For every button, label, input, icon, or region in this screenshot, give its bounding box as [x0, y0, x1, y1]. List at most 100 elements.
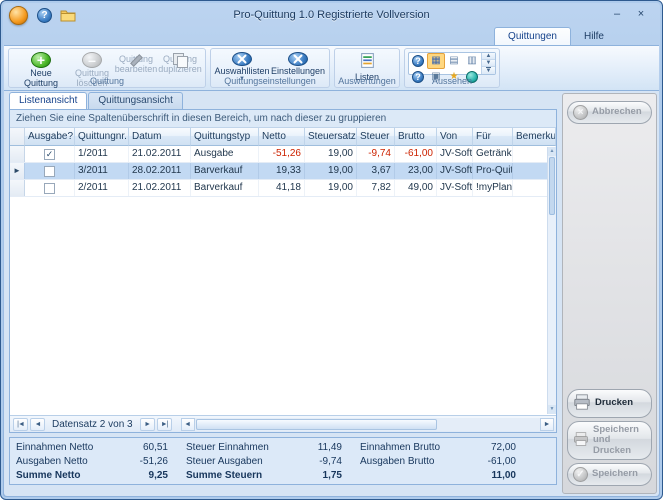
datum-cell: 28.02.2011	[129, 163, 191, 179]
view-tabs: Listenansicht Quittungsansicht	[9, 92, 184, 109]
ribbon: + Neue Quittung – Quittung löschen Quitt…	[4, 45, 659, 91]
brutto-cell: 49,00	[395, 180, 437, 196]
style-option-1[interactable]: ?	[409, 53, 427, 69]
cancel-icon: ×	[573, 105, 588, 120]
scroll-left-icon[interactable]: ◄	[180, 417, 195, 431]
app-logo-icon[interactable]	[9, 5, 28, 25]
column-header-ausgabe[interactable]: Ausgabe? ▼	[25, 128, 75, 146]
column-header-quittungnr[interactable]: Quittungnr.	[75, 128, 129, 146]
sidebar-bottom-buttons: Drucken Speichern und Drucken ✓ Speicher…	[563, 388, 656, 486]
summary-row-ausgaben: Ausgaben Netto -51,26 Steuer Ausgaben -9,7…	[16, 455, 550, 469]
style-option-2-selected[interactable]: ▦	[427, 53, 445, 69]
open-folder-button[interactable]	[60, 9, 76, 22]
tab-quittungen[interactable]: Quittungen	[494, 27, 571, 45]
summary-value: 1,75	[322, 470, 342, 481]
summary-value: 11,49	[317, 442, 342, 453]
close-button[interactable]: ×	[633, 8, 649, 22]
nav-next-button[interactable]: ►	[139, 417, 155, 431]
tools-icon	[232, 52, 252, 66]
vertical-scrollbar[interactable]: ▲ ▼	[547, 147, 556, 414]
scroll-right-icon[interactable]: ►	[540, 417, 554, 431]
nav-prev-button[interactable]: ◄	[30, 417, 45, 431]
scroll-up-icon[interactable]: ▲	[548, 147, 556, 156]
einstellungen-button[interactable]: Einstellungen	[270, 51, 326, 76]
gallery-scroll-down-button[interactable]: ▼	[482, 60, 495, 67]
column-header-steuer[interactable]: Steuer	[357, 128, 395, 146]
scroll-down-icon[interactable]: ▼	[548, 405, 556, 414]
group-label: Aussehen	[431, 76, 473, 86]
nav-last-button[interactable]: ►|	[156, 417, 172, 431]
header-label: Ausgabe?	[28, 131, 74, 142]
minimize-button[interactable]: –	[609, 8, 625, 22]
main-area: Listenansicht Quittungsansicht Ziehen Si…	[4, 91, 659, 496]
tab-quittungsansicht[interactable]: Quittungsansicht	[88, 92, 183, 109]
quittungstyp-cell: Ausgabe	[191, 146, 259, 162]
help-button[interactable]: ?	[37, 7, 52, 23]
brutto-cell: 23,00	[395, 163, 437, 179]
speichern-und-drucken-button[interactable]: Speichern und Drucken	[567, 420, 652, 460]
scrollbar-thumb[interactable]	[195, 418, 438, 430]
checkbox[interactable]	[44, 182, 55, 194]
tab-listenansicht[interactable]: Listenansicht	[9, 92, 88, 109]
scrollbar-track[interactable]	[194, 417, 540, 431]
quittung-duplizieren-button[interactable]: Quittung duplizieren	[158, 51, 202, 75]
column-header-netto[interactable]: Netto	[259, 128, 305, 146]
scrollbar-track[interactable]	[548, 156, 556, 405]
gallery-scroll-up-button[interactable]: ▲	[482, 53, 495, 60]
summary-value: 9,25	[148, 470, 168, 481]
summary-label	[360, 469, 464, 483]
gallery-scrollbar: ▲ ▼ ▼	[481, 53, 495, 74]
checkbox[interactable]	[44, 165, 55, 177]
quittung-loeschen-button[interactable]: – Quittung löschen	[70, 51, 114, 88]
netto-cell: 19,33	[259, 163, 305, 179]
scrollbar-thumb[interactable]	[549, 157, 555, 215]
column-header-steuersatz[interactable]: Steuersatz	[305, 128, 357, 146]
steuersatz-cell: 19,00	[305, 180, 357, 196]
drucken-button[interactable]: Drucken	[567, 388, 652, 418]
pencil-icon	[128, 52, 144, 54]
speichern-button[interactable]: ✓ Speichern	[567, 463, 652, 486]
summary-value: 72,00	[490, 442, 516, 453]
nav-first-button[interactable]: |◄	[13, 417, 28, 431]
action-sidebar: × Abbrechen Drucken Speichern und Drucke…	[562, 93, 657, 494]
checkbox[interactable]: ✓	[44, 148, 55, 160]
columns-style-icon: ▥	[467, 55, 477, 66]
table-row[interactable]: 2/2011 21.02.2011 Barverkauf 41,18 19,00…	[10, 180, 556, 197]
table-row[interactable]: ✓ 1/2011 21.02.2011 Ausgabe -51,26 19,00…	[10, 146, 556, 163]
group-label: Quittungseinstellungen	[224, 76, 316, 86]
column-header-brutto[interactable]: Brutto	[395, 128, 437, 146]
gallery-more-button[interactable]: ▼	[482, 67, 495, 74]
column-header-von[interactable]: Von	[437, 128, 473, 146]
auswahllisten-button[interactable]: Auswahllisten ▼	[214, 51, 270, 82]
summary-label: Summe Netto	[16, 470, 81, 481]
abbrechen-button[interactable]: × Abbrechen	[567, 101, 652, 124]
ausgabe-cell	[25, 180, 75, 196]
summary-label: Steuer Einnahmen	[186, 442, 269, 453]
column-header-datum[interactable]: Datum	[129, 128, 191, 146]
quittung-bearbeiten-button[interactable]: Quittung bearbeiten	[114, 51, 158, 75]
summary-label: Ausgaben Netto	[16, 456, 88, 467]
steuer-cell: 7,82	[357, 180, 395, 196]
plus-icon: +	[31, 52, 51, 68]
printer-icon	[573, 431, 589, 450]
neue-quittung-button[interactable]: + Neue Quittung	[12, 51, 70, 88]
column-header-quittungstyp[interactable]: Quittungstyp	[191, 128, 259, 146]
table-row-selected[interactable]: ► 3/2011 28.02.2011 Barverkauf 19,33 19,…	[10, 163, 556, 180]
grid-header-row: Ausgabe? ▼ Quittungnr. Datum Quittungsty…	[10, 128, 556, 146]
summary-label: Summe Steuern	[186, 470, 263, 481]
grid-empty-area	[10, 197, 556, 415]
window-controls: – ×	[609, 8, 659, 22]
titlebar[interactable]: ? Pro-Quittung 1.0 Registrierte Vollvers…	[4, 3, 659, 27]
column-header-bemerkung[interactable]: Bemerkung	[513, 128, 556, 146]
group-by-panel[interactable]: Ziehen Sie eine Spaltenüberschrift in di…	[10, 110, 556, 128]
arrow-up-icon: ▲	[485, 53, 492, 59]
report-icon	[359, 52, 376, 72]
arrow-down-icon: ▼	[485, 60, 492, 66]
summary-value: -9,74	[319, 456, 342, 467]
horizontal-scrollbar[interactable]: ◄ ►	[180, 417, 554, 431]
tab-hilfe[interactable]: Hilfe	[571, 28, 617, 45]
listen-button[interactable]: Listen	[338, 51, 396, 82]
style-option-3[interactable]: ▤	[445, 53, 463, 69]
column-header-fuer[interactable]: Für	[473, 128, 513, 146]
style-option-4[interactable]: ▥	[463, 53, 481, 69]
